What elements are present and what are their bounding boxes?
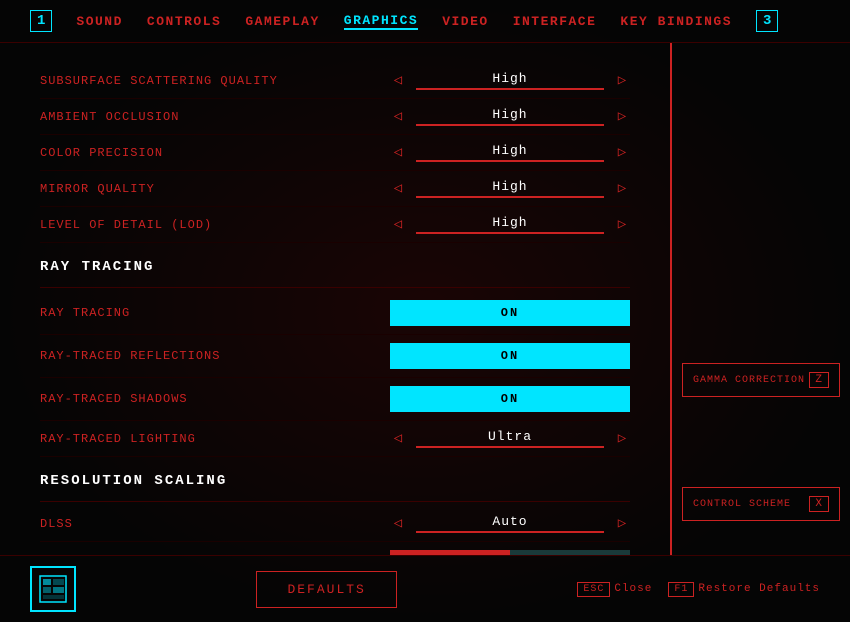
toggle-ray-tracing[interactable]: ON [390,300,630,326]
content-area: Subsurface Scattering Quality ◁ High ▷ A… [0,43,850,555]
arrow-left-ambient[interactable]: ◁ [390,108,406,125]
arrow-left-lod[interactable]: ◁ [390,216,406,233]
selector-rt-lighting: ◁ Ultra ▷ [390,429,630,448]
setting-rt-reflections: Ray-Traced Reflections ON [40,335,630,378]
arrow-right-dlss[interactable]: ▷ [614,515,630,532]
label-rt-shadows: Ray-Traced Shadows [40,392,280,406]
left-bracket[interactable]: 1 [30,10,52,32]
label-lod: Level of Detail (LOD) [40,218,280,232]
nav-keybindings[interactable]: KEY BINDINGS [620,14,732,29]
label-subsurface: Subsurface Scattering Quality [40,74,280,88]
nav-interface[interactable]: INTERFACE [513,14,597,29]
close-control: ESC Close [577,582,652,597]
arrow-right-rt-lighting[interactable]: ▷ [614,430,630,447]
setting-ambient: Ambient Occlusion ◁ High ▷ [40,99,630,135]
bottom-bar: DEFAULTS ESC Close F1 Restore Defaults [0,555,850,622]
selector-dlss: ◁ Auto ▷ [390,514,630,533]
label-mirror: Mirror Quality [40,182,280,196]
value-dlss: Auto [416,514,604,533]
value-ambient: High [416,107,604,126]
setting-color: Color Precision ◁ High ▷ [40,135,630,171]
label-color: Color Precision [40,146,280,160]
restore-control: F1 Restore Defaults [668,582,820,597]
right-sidebar: GAMMA CORRECTION Z CONTROL SCHEME X [670,43,850,555]
setting-subsurface: Subsurface Scattering Quality ◁ High ▷ [40,63,630,99]
settings-icon [38,574,68,604]
arrow-left-subsurface[interactable]: ◁ [390,72,406,89]
value-rt-lighting: Ultra [416,429,604,448]
arrow-right-lod[interactable]: ▷ [614,216,630,233]
arrow-right-subsurface[interactable]: ▷ [614,72,630,89]
value-mirror: High [416,179,604,198]
close-key: ESC [577,582,610,597]
arrow-left-dlss[interactable]: ◁ [390,515,406,532]
gamma-correction-button[interactable]: GAMMA CORRECTION Z [682,363,840,397]
setting-rt-shadows: Ray-Traced Shadows ON [40,378,630,421]
defaults-button[interactable]: DEFAULTS [256,571,396,608]
setting-dynamic-cas: Dynamic FidelityFX CAS OFF ON [40,542,630,555]
divider-rt [40,287,630,288]
top-nav: 1 SOUND CONTROLS GAMEPLAY GRAPHICS VIDEO… [0,0,850,43]
settings-panel: Subsurface Scattering Quality ◁ High ▷ A… [0,43,670,555]
gamma-label: GAMMA CORRECTION [693,375,805,386]
icon-box [30,566,76,612]
ray-tracing-header: Ray Tracing [40,243,630,283]
label-rt-reflections: Ray-Traced Reflections [40,349,280,363]
selector-mirror: ◁ High ▷ [390,179,630,198]
restore-key: F1 [668,582,694,597]
main-container: 1 SOUND CONTROLS GAMEPLAY GRAPHICS VIDEO… [0,0,850,622]
control-key: X [809,496,829,512]
value-lod: High [416,215,604,234]
selector-subsurface: ◁ High ▷ [390,71,630,90]
label-rt-lighting: Ray-Traced Lighting [40,432,280,446]
label-ambient: Ambient Occlusion [40,110,280,124]
gamma-key: Z [809,372,829,388]
setting-rt-lighting: Ray-Traced Lighting ◁ Ultra ▷ [40,421,630,457]
label-ray-tracing: Ray Tracing [40,306,280,320]
setting-lod: Level of Detail (LOD) ◁ High ▷ [40,207,630,243]
bottom-controls: ESC Close F1 Restore Defaults [577,582,820,597]
control-scheme-button[interactable]: CONTROL SCHEME X [682,487,840,521]
nav-sound[interactable]: SOUND [76,14,123,29]
close-label: Close [614,583,652,595]
arrow-right-color[interactable]: ▷ [614,144,630,161]
nav-video[interactable]: VIDEO [442,14,489,29]
toggle-rt-reflections[interactable]: ON [390,343,630,369]
selector-color: ◁ High ▷ [390,143,630,162]
nav-graphics[interactable]: GRAPHICS [344,13,418,30]
resolution-scaling-header: Resolution Scaling [40,457,630,497]
label-dlss: DLSS [40,517,280,531]
toggle-rt-shadows[interactable]: ON [390,386,630,412]
control-label: CONTROL SCHEME [693,499,791,510]
nav-controls[interactable]: CONTROLS [147,14,221,29]
right-bracket[interactable]: 3 [756,10,778,32]
arrow-left-mirror[interactable]: ◁ [390,180,406,197]
selector-lod: ◁ High ▷ [390,215,630,234]
arrow-right-mirror[interactable]: ▷ [614,180,630,197]
setting-ray-tracing: Ray Tracing ON [40,292,630,335]
divider-rs [40,501,630,502]
nav-gameplay[interactable]: GAMEPLAY [245,14,319,29]
setting-dlss: DLSS ◁ Auto ▷ [40,506,630,542]
arrow-left-rt-lighting[interactable]: ◁ [390,430,406,447]
arrow-right-ambient[interactable]: ▷ [614,108,630,125]
value-subsurface: High [416,71,604,90]
restore-label: Restore Defaults [698,583,820,595]
value-color: High [416,143,604,162]
arrow-left-color[interactable]: ◁ [390,144,406,161]
setting-mirror: Mirror Quality ◁ High ▷ [40,171,630,207]
selector-ambient: ◁ High ▷ [390,107,630,126]
